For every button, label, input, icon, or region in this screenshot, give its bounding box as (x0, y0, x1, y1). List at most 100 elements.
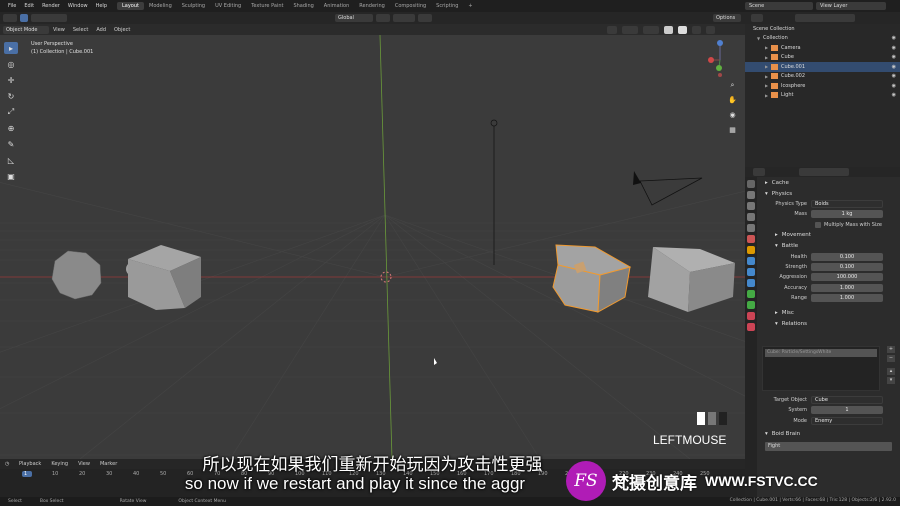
render-tab-icon[interactable] (747, 191, 755, 199)
material-shading-button[interactable] (692, 25, 701, 34)
tab-rendering[interactable]: Rendering (354, 2, 390, 10)
select-box-tool-icon[interactable]: ▸ (4, 42, 18, 54)
cube-object[interactable] (128, 245, 201, 310)
tab-animation[interactable]: Animation (319, 2, 355, 10)
aggression-field[interactable]: 100.000 (811, 273, 883, 282)
eye-icon[interactable]: ◉ (892, 45, 896, 51)
properties-editor-type[interactable] (753, 168, 765, 176)
battle-panel[interactable]: ▾ Battle (759, 241, 900, 252)
strength-field[interactable]: 0.100 (811, 263, 883, 272)
add-workspace-button[interactable]: + (463, 2, 477, 10)
tab-shading[interactable]: Shading (288, 2, 318, 10)
fight-rule-item[interactable]: Fight (765, 441, 892, 451)
particles-tab-icon[interactable] (747, 268, 755, 276)
select-mode-button[interactable] (20, 14, 28, 22)
viewport-menu-add[interactable]: Add (92, 27, 110, 33)
cube-002-object[interactable] (648, 247, 735, 312)
target-object-field[interactable]: Cube (811, 396, 883, 405)
constraints-tab-icon[interactable] (747, 290, 755, 298)
pan-hand-icon[interactable]: ✋ (727, 95, 738, 106)
zoom-icon[interactable]: ⌕ (727, 80, 738, 91)
rendered-shading-button[interactable] (706, 25, 715, 34)
view-layer-field[interactable]: View Layer (816, 2, 886, 10)
light-object[interactable] (490, 119, 498, 265)
scale-tool-icon[interactable]: ⤢ (4, 106, 18, 118)
viewport-menu-view[interactable]: View (49, 27, 69, 33)
move-down-icon[interactable]: ▾ (887, 377, 895, 384)
3d-viewport[interactable] (0, 35, 745, 459)
menu-render[interactable]: Render (38, 3, 64, 9)
transform-orientation-dropdown[interactable]: Global (335, 14, 373, 22)
physics-panel[interactable]: ▾ Physics (759, 188, 900, 199)
move-tool-icon[interactable]: ✛ (4, 74, 18, 86)
tab-layout[interactable]: Layout (117, 2, 144, 10)
remove-icon[interactable]: − (887, 355, 895, 362)
view-layer-tab-icon[interactable] (747, 213, 755, 221)
world-tab-icon[interactable] (747, 235, 755, 243)
physics-tab-icon[interactable] (747, 279, 755, 287)
tool-tab-icon[interactable] (747, 180, 755, 188)
relations-list[interactable]: Cube: Particle/SettingsWhite (762, 346, 880, 391)
relations-list-item[interactable]: Cube: Particle/SettingsWhite (765, 349, 877, 357)
cursor-tool-icon[interactable]: ◎ (4, 58, 18, 70)
physics-type-dropdown[interactable]: Boids (811, 200, 883, 209)
camera-view-icon[interactable]: ◉ (727, 110, 738, 121)
texture-tab-icon[interactable] (747, 323, 755, 331)
checkbox-box[interactable] (815, 221, 821, 228)
scene-collection-row[interactable]: Scene Collection (745, 24, 900, 34)
y-axis-icon[interactable] (716, 65, 722, 71)
icosphere-object[interactable] (51, 250, 102, 300)
boid-brain-panel[interactable]: ▾ Boid Brain (759, 429, 900, 440)
mass-field[interactable]: 1 kg (811, 210, 883, 219)
viewport-menu-select[interactable]: Select (69, 27, 92, 33)
tab-compositing[interactable]: Compositing (390, 2, 431, 10)
object-mode-dropdown[interactable]: Object Mode (3, 25, 49, 34)
data-tab-icon[interactable] (747, 301, 755, 309)
outliner-item[interactable]: ▶ Icosphere ◉ (745, 81, 900, 91)
overlay-button[interactable] (643, 25, 659, 34)
tab-modeling[interactable]: Modeling (144, 2, 177, 10)
scene-tab-icon[interactable] (747, 224, 755, 232)
output-tab-icon[interactable] (747, 202, 755, 210)
tab-sculpting[interactable]: Sculpting (177, 2, 210, 10)
system-field[interactable]: 1 (811, 406, 883, 415)
menu-window[interactable]: Window (64, 3, 92, 9)
material-tab-icon[interactable] (747, 312, 755, 320)
neg-x-axis-icon[interactable] (718, 73, 722, 77)
eye-icon[interactable]: ◉ (892, 73, 896, 79)
editor-type-button[interactable] (3, 14, 17, 22)
eye-icon[interactable]: ◉ (892, 54, 896, 60)
options-dropdown[interactable]: Options (713, 14, 741, 22)
tab-uv-editing[interactable]: UV Editing (210, 2, 246, 10)
tab-texture-paint[interactable]: Texture Paint (246, 2, 288, 10)
navigation-gizmo[interactable] (708, 38, 732, 80)
pivot-button[interactable] (376, 14, 390, 22)
outliner-item[interactable]: ▶ Cube ◉ (745, 53, 900, 63)
outliner-display-mode[interactable] (751, 14, 763, 22)
outliner-item[interactable]: ▶ Camera ◉ (745, 43, 900, 53)
menu-edit[interactable]: Edit (20, 3, 38, 9)
solid-shading-button[interactable] (678, 25, 687, 34)
selection-modes[interactable] (31, 14, 67, 22)
camera-object[interactable] (639, 177, 703, 206)
relations-panel[interactable]: ▾ Relations (759, 318, 900, 329)
transform-tool-icon[interactable]: ⊕ (4, 122, 18, 134)
cube-001-object[interactable] (552, 244, 632, 313)
snap-button[interactable] (393, 14, 415, 22)
viewport-menu-object[interactable]: Object (110, 27, 134, 33)
z-axis-icon[interactable] (717, 40, 723, 46)
add-cube-tool-icon[interactable]: ▣ (4, 170, 18, 182)
modifier-tab-icon[interactable] (747, 257, 755, 265)
eye-icon[interactable]: ◉ (892, 35, 896, 41)
move-up-icon[interactable]: ▴ (887, 368, 895, 375)
object-tab-icon[interactable] (747, 246, 755, 254)
proportional-edit-button[interactable] (418, 14, 432, 22)
add-icon[interactable]: + (887, 346, 895, 353)
x-axis-icon[interactable] (708, 57, 714, 63)
tab-scripting[interactable]: Scripting (431, 2, 463, 10)
annotate-tool-icon[interactable]: ✎ (4, 138, 18, 150)
cache-panel[interactable]: ▸ Cache (759, 177, 900, 188)
eye-icon[interactable]: ◉ (892, 92, 896, 98)
grid-view-icon[interactable]: ▦ (727, 125, 738, 136)
properties-search[interactable] (799, 168, 849, 176)
